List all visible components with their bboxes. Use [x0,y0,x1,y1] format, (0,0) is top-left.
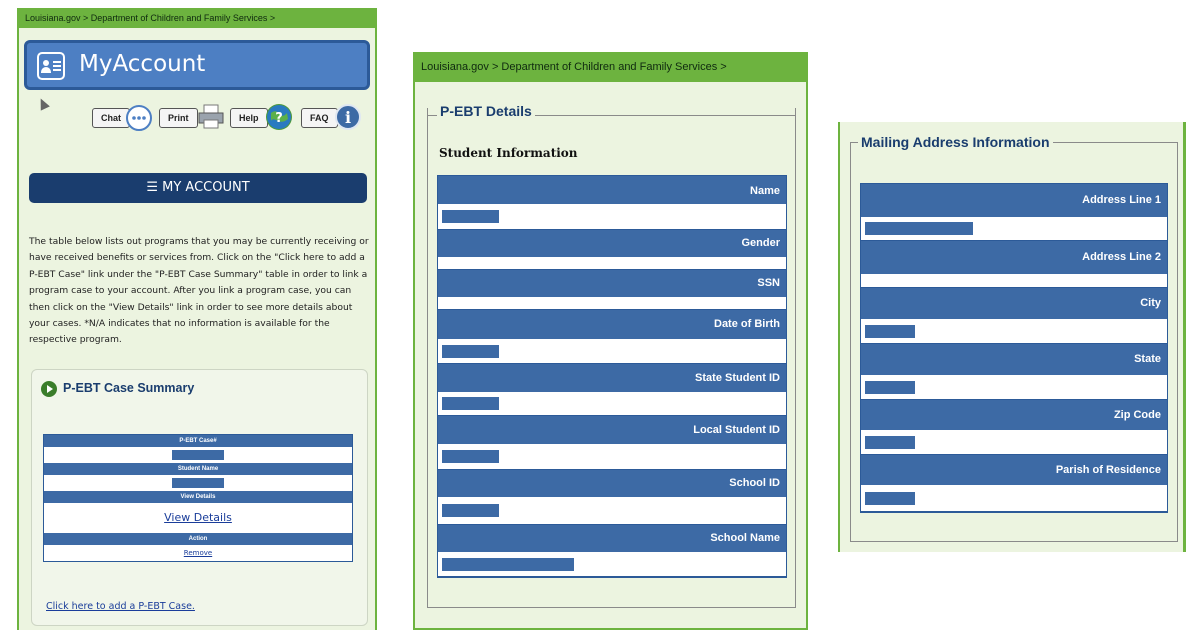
breadcrumb[interactable]: Louisiana.gov > Department of Children a… [19,8,375,28]
chat-button[interactable]: Chat [92,108,130,128]
add-case-link[interactable]: Click here to add a P-EBT Case. [46,601,195,612]
redacted-value [865,435,915,449]
play-icon [41,381,57,397]
mouse-cursor-icon [36,96,50,111]
field-label-zip-code: Zip Code [861,400,1167,430]
field-label-ssn: SSN [438,270,786,297]
id-card-icon [37,52,65,80]
field-value-gender [438,257,786,270]
field-label-state: State [861,344,1167,375]
field-label-address-line-1: Address Line 1 [861,184,1167,217]
mailing-address-panel: Mailing Address Information Address Line… [838,122,1186,552]
myaccount-panel: Louisiana.gov > Department of Children a… [17,8,377,630]
page-title: MyAccount [79,51,206,77]
pebt-details-panel: Louisiana.gov > Department of Children a… [413,52,808,630]
field-value-state-student-id [438,392,786,416]
field-value-date-of-birth [438,339,786,364]
col-case-number: P-EBT Case# [44,435,352,447]
field-value-state [861,375,1167,400]
student-info-table: Name Gender SSN Date of Birth State Student … [437,175,787,578]
field-value-school-id [438,497,786,525]
field-label-local-student-id: Local Student ID [438,416,786,444]
field-label-date-of-birth: Date of Birth [438,310,786,339]
help-globe-icon[interactable]: ? [266,104,292,130]
printer-icon[interactable] [197,104,224,130]
field-value-city [861,319,1167,344]
redacted-value [442,344,499,358]
redacted-value [442,397,499,410]
redacted-value [865,324,915,338]
chat-bubble-icon[interactable] [126,105,152,131]
intro-text: The table below lists out programs that … [29,236,369,346]
field-value-ssn [438,297,786,310]
student-info-heading: Student Information [439,146,578,160]
col-action: Action [44,533,352,545]
col-student-name: Student Name [44,463,352,475]
remove-link[interactable]: Remove [184,549,212,557]
view-details-link[interactable]: View Details [164,511,232,524]
field-label-school-name: School Name [438,525,786,552]
field-value-name [438,204,786,230]
field-label-gender: Gender [438,230,786,257]
redacted-value [442,450,499,463]
help-button[interactable]: Help [230,108,268,128]
svg-text:i: i [345,108,351,127]
svg-text:?: ? [275,111,283,126]
info-icon[interactable]: i [335,104,361,130]
breadcrumb[interactable]: Louisiana.gov > Department of Children a… [415,52,806,82]
redacted-value [865,222,973,235]
field-label-school-id: School ID [438,470,786,497]
redacted-value [865,380,915,394]
field-label-address-line-2: Address Line 2 [861,241,1167,274]
field-label-parish-of-residence: Parish of Residence [861,455,1167,485]
field-value-school-name [438,552,786,577]
redacted-case-number [172,450,224,460]
field-value-parish-of-residence [861,485,1167,512]
col-view-details: View Details [44,491,352,503]
field-label-city: City [861,288,1167,319]
redacted-value [865,491,915,505]
case-table: P-EBT Case# Student Name View Details Vi… [43,434,353,562]
redacted-value [442,210,499,223]
field-value-local-student-id [438,444,786,470]
field-value-address-line-2 [861,274,1167,288]
print-button[interactable]: Print [159,108,198,128]
case-summary-title: P-EBT Case Summary [63,381,195,395]
address-legend: Mailing Address Information [858,134,1053,150]
my-account-menu[interactable]: ☰ MY ACCOUNT [29,173,367,203]
details-legend: P-EBT Details [437,103,535,119]
redacted-value [442,557,574,571]
field-label-state-student-id: State Student ID [438,364,786,392]
faq-button[interactable]: FAQ [301,108,338,128]
field-value-address-line-1 [861,217,1167,241]
myaccount-header: MyAccount [24,40,370,90]
field-label-name: Name [438,176,786,204]
field-value-zip-code [861,430,1167,455]
redacted-value [442,504,499,517]
address-table: Address Line 1 Address Line 2 City State Zip… [860,183,1168,513]
redacted-student-name [172,478,224,488]
